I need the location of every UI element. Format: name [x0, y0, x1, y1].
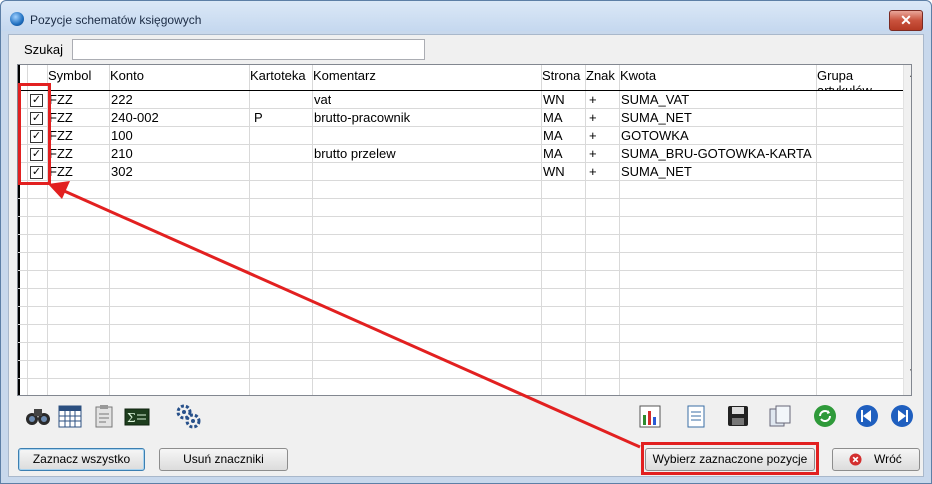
grid-col-line — [619, 65, 620, 395]
header-divider — [18, 90, 911, 91]
grid-row-line — [18, 252, 903, 253]
cell-symbol: FZZ — [49, 92, 73, 107]
cancel-icon — [849, 453, 862, 466]
cell-kwota: SUMA_NET — [621, 110, 692, 125]
grid-row-line — [18, 162, 903, 163]
grid-row-line — [18, 360, 903, 361]
cell-kwota: SUMA_BRU-GOTOWKA-KARTA — [621, 146, 812, 161]
grid-col-line — [585, 65, 586, 395]
grid-col-line — [312, 65, 313, 395]
cell-konto: 302 — [111, 164, 133, 179]
grid-row-line — [18, 126, 903, 127]
cell-symbol: FZZ — [49, 164, 73, 179]
grid-row-line — [18, 270, 903, 271]
search-input[interactable] — [72, 39, 425, 60]
close-button[interactable]: ✕ — [889, 10, 923, 31]
previous-icon[interactable] — [854, 403, 880, 429]
binoculars-icon[interactable] — [25, 403, 51, 429]
cell-kwota: SUMA_VAT — [621, 92, 690, 107]
column-header-strona[interactable]: Strona — [542, 68, 580, 83]
back-button-label: Wróć — [874, 452, 902, 466]
column-header-grupa[interactable]: Grupa artykułów — [817, 68, 877, 90]
cell-strona: MA — [543, 128, 563, 143]
column-header-konto[interactable]: Konto — [110, 68, 144, 83]
grid-row-line — [18, 378, 903, 379]
column-header-kartoteka[interactable]: Kartoteka — [250, 68, 306, 83]
scroll-up-icon[interactable]: ▲ — [908, 69, 911, 80]
document-icon[interactable] — [683, 403, 709, 429]
column-header-symbol[interactable]: Symbol — [48, 68, 91, 83]
clipboard-icon[interactable] — [91, 403, 117, 429]
cell-konto: 240-002 — [111, 110, 159, 125]
calendar-grid-icon[interactable] — [57, 403, 83, 429]
floppy-disk-icon[interactable] — [725, 403, 751, 429]
back-button[interactable]: Wróć — [832, 448, 920, 471]
grid-col-line — [816, 65, 817, 395]
cell-strona: MA — [543, 146, 563, 161]
grid-row-line — [18, 234, 903, 235]
cell-symbol: FZZ — [49, 128, 73, 143]
search-label: Szukaj — [24, 42, 64, 57]
grid-row-line — [18, 108, 903, 109]
cell-komentarz: vat — [314, 92, 332, 107]
remove-marks-button[interactable]: Usuń znaczniki — [159, 448, 288, 471]
app-icon — [10, 12, 24, 26]
cell-znak: + — [589, 92, 597, 107]
cell-komentarz: brutto-pracownik — [314, 110, 411, 125]
grid-row-line — [18, 306, 903, 307]
grid-col-line — [109, 65, 110, 395]
cell-komentarz: brutto przelew — [314, 146, 396, 161]
title-bar[interactable]: Pozycje schematów księgowych ✕ — [1, 1, 931, 31]
column-header-znak[interactable]: Znak — [586, 68, 615, 83]
gears-icon[interactable] — [175, 403, 201, 429]
cell-kartoteka: P — [254, 110, 263, 125]
cell-znak: + — [589, 110, 597, 125]
vertical-scrollbar[interactable]: ▲ ▼ — [903, 65, 911, 395]
formula-icon[interactable]: Σ — [124, 403, 150, 429]
cell-kwota: GOTOWKA — [621, 128, 689, 143]
grid-row-line — [18, 198, 903, 199]
bar-chart-icon[interactable] — [637, 403, 663, 429]
select-all-button[interactable]: Zaznacz wszystko — [18, 448, 145, 471]
cell-konto: 210 — [111, 146, 133, 161]
grid-row-line — [18, 342, 903, 343]
grid-col-line — [541, 65, 542, 395]
positions-grid: Symbol Konto Kartoteka Komentarz Strona … — [17, 64, 912, 396]
column-header-kwota[interactable]: Kwota — [620, 68, 656, 83]
dialog-window: Pozycje schematów księgowych ✕ Szukaj Sy… — [0, 0, 932, 484]
column-header-komentarz[interactable]: Komentarz — [313, 68, 376, 83]
refresh-icon[interactable] — [812, 403, 838, 429]
grid-row-line — [18, 288, 903, 289]
cell-kwota: SUMA_NET — [621, 164, 692, 179]
copy-icon[interactable] — [767, 403, 793, 429]
cell-znak: + — [589, 164, 597, 179]
next-icon[interactable] — [889, 403, 915, 429]
grid-row-line — [18, 144, 903, 145]
button-highlight-box — [641, 442, 819, 475]
cell-znak: + — [589, 146, 597, 161]
grid-row-line — [18, 180, 903, 181]
grid-row-line — [18, 216, 903, 217]
grid-row-line — [18, 324, 903, 325]
scroll-down-icon[interactable]: ▼ — [908, 367, 911, 378]
cell-symbol: FZZ — [49, 110, 73, 125]
cell-strona: WN — [543, 92, 565, 107]
cell-strona: WN — [543, 164, 565, 179]
window-title: Pozycje schematów księgowych — [30, 13, 202, 27]
svg-text:Σ: Σ — [127, 411, 135, 425]
checkbox-highlight-box — [18, 83, 51, 185]
cell-znak: + — [589, 128, 597, 143]
cell-konto: 222 — [111, 92, 133, 107]
cell-strona: MA — [543, 110, 563, 125]
cell-konto: 100 — [111, 128, 133, 143]
grid-col-line — [249, 65, 250, 395]
dialog-body: Szukaj Symbol Konto Kartoteka Komentarz … — [8, 34, 924, 477]
cell-symbol: FZZ — [49, 146, 73, 161]
